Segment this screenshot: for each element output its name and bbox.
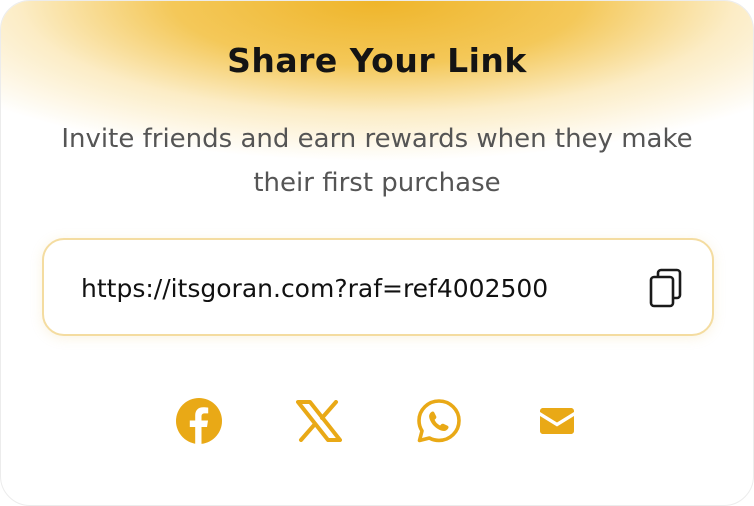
referral-link-field[interactable]: https://itsgoran.com?raf=ref4002500	[42, 238, 714, 336]
email-icon	[540, 408, 574, 434]
copy-link-button[interactable]	[648, 268, 684, 308]
share-buttons	[1, 396, 753, 446]
card-title: Share Your Link	[227, 41, 527, 80]
referral-link-text[interactable]: https://itsgoran.com?raf=ref4002500	[81, 240, 548, 338]
x-icon	[296, 400, 342, 442]
share-whatsapp-button[interactable]	[414, 396, 464, 446]
share-facebook-button[interactable]	[174, 396, 224, 446]
whatsapp-icon	[417, 399, 461, 443]
share-email-button[interactable]	[532, 396, 582, 446]
share-card: Share Your Link Invite friends and earn …	[0, 0, 754, 506]
facebook-icon	[176, 398, 222, 444]
card-subtitle: Invite friends and earn rewards when the…	[61, 124, 693, 198]
copy-icon	[649, 268, 682, 308]
share-x-button[interactable]	[294, 396, 344, 446]
